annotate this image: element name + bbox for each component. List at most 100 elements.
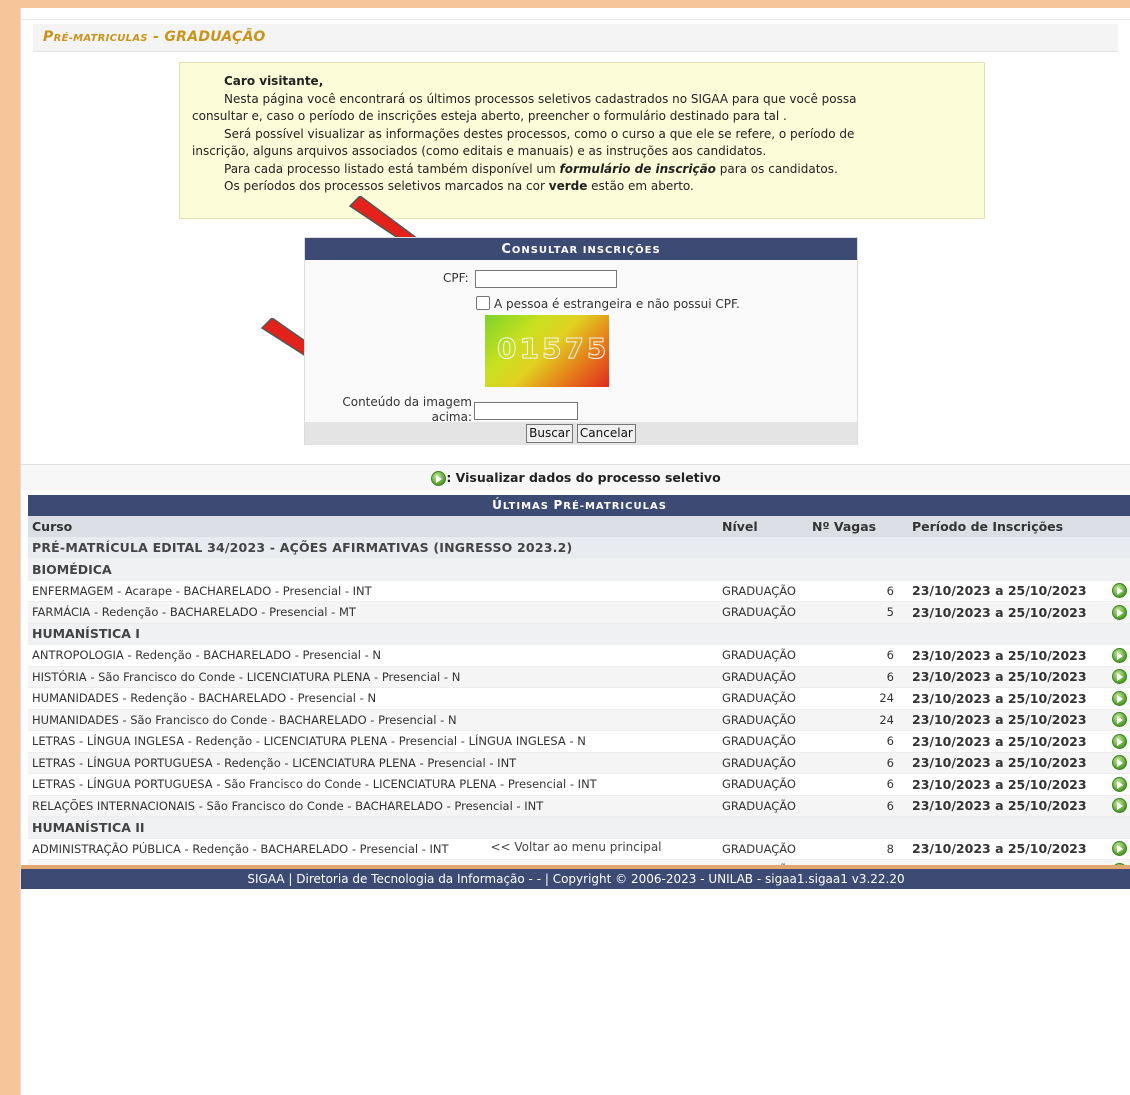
captcha-text: 015755	[497, 332, 609, 366]
list-cap-mid: LTIMAS	[502, 501, 554, 512]
list-cap-first2: P	[553, 498, 564, 512]
course-cell: LETRAS - LÍNGUA PORTUGUESA - Redenção - …	[28, 752, 718, 774]
legend: : Visualizar dados do processo seletivo	[21, 464, 1130, 490]
view-action-cell	[1108, 687, 1130, 710]
back-link[interactable]: << Voltar ao menu principal	[21, 840, 1130, 854]
captcha-input[interactable]	[474, 402, 578, 420]
view-action-cell	[1108, 752, 1130, 774]
notice-p2a: Será possível visualizar as informações …	[224, 126, 855, 141]
consult-cap-rest: ONSULTAR INSCRIÇÕES	[511, 245, 661, 256]
period-cell: 23/10/2023 a 25/10/2023	[898, 773, 1108, 796]
vacancies-cell: 6	[808, 580, 898, 602]
list-cap-first: Ú	[492, 498, 503, 512]
col-vagas: Nº Vagas	[808, 516, 898, 537]
go-arrow-icon[interactable]	[1112, 583, 1127, 599]
consult-caption: CONSULTAR INSCRIÇÕES	[305, 238, 857, 260]
table-row: HUMANIDADES - Redenção - BACHARELADO - P…	[28, 687, 1130, 710]
table-row: HUMANIDADES - São Francisco do Conde - B…	[28, 709, 1130, 731]
notice-greeting: Caro visitante,	[224, 74, 324, 88]
period-cell: 23/10/2023 a 25/10/2023	[898, 752, 1108, 774]
go-arrow-icon[interactable]	[1112, 604, 1127, 620]
level-cell: GRADUAÇÃO	[718, 580, 808, 602]
level-cell: GRADUAÇÃO	[718, 795, 808, 817]
image-content-label: Conteúdo da imagem acima:	[332, 395, 472, 425]
course-cell: ENFERMAGEM - Acarape - BACHARELADO - Pre…	[28, 580, 718, 602]
view-action-cell	[1108, 795, 1130, 817]
notice-p3-em: formulário de inscrição	[559, 161, 716, 176]
course-cell: FARMÁCIA - Redenção - BACHARELADO - Pres…	[28, 601, 718, 624]
vacancies-cell: 6	[808, 644, 898, 667]
cpf-label: CPF:	[443, 271, 469, 285]
captcha-image: 015755	[485, 315, 609, 387]
notice-box: Caro visitante, Nesta página você encont…	[179, 62, 985, 219]
cpf-input[interactable]	[475, 270, 617, 288]
cancel-button[interactable]: Cancelar	[576, 424, 636, 443]
page-title: PRÉ-MATRICULAS - GRADUAÇÃO	[33, 24, 1118, 52]
go-arrow-icon[interactable]	[1112, 712, 1127, 728]
level-cell: GRADUAÇÃO	[718, 773, 808, 796]
view-action-cell	[1108, 730, 1130, 753]
go-arrow-icon[interactable]	[1112, 669, 1127, 685]
course-cell: LETRAS - LÍNGUA PORTUGUESA - São Francis…	[28, 773, 718, 796]
level-cell: GRADUAÇÃO	[718, 644, 808, 667]
consult-form: CONSULTAR INSCRIÇÕES CPF: A pessoa é est…	[304, 237, 858, 445]
search-button[interactable]: Buscar	[526, 424, 574, 443]
col-action	[1108, 516, 1130, 537]
vacancies-cell: 6	[808, 752, 898, 774]
course-cell: ANTROPOLOGIA - Redenção - BACHARELADO - …	[28, 644, 718, 667]
course-cell: HUMANIDADES - Redenção - BACHARELADO - P…	[28, 687, 718, 710]
notice-p2b: inscrição, alguns arquivos associados (c…	[192, 144, 767, 158]
go-arrow-icon[interactable]	[1112, 755, 1127, 771]
vacancies-cell: 5	[808, 601, 898, 624]
course-cell: HISTÓRIA - São Francisco do Conde - LICE…	[28, 666, 718, 688]
table-row: ENFERMAGEM - Acarape - BACHARELADO - Pre…	[28, 580, 1130, 602]
table-row: LETRAS - LÍNGUA PORTUGUESA - São Francis…	[28, 773, 1130, 796]
view-action-cell	[1108, 644, 1130, 667]
course-cell: RELAÇÕES INTERNACIONAIS - São Francisco …	[28, 795, 718, 817]
vacancies-cell: 24	[808, 687, 898, 710]
foreign-checkbox[interactable]	[476, 296, 490, 310]
level-cell: GRADUAÇÃO	[718, 730, 808, 753]
go-arrow-icon[interactable]	[1112, 690, 1127, 706]
footer-bar: SIGAA | Diretoria de Tecnologia da Infor…	[21, 865, 1130, 889]
col-curso: Curso	[28, 516, 718, 537]
go-arrow-icon[interactable]	[1112, 798, 1127, 814]
period-cell: 23/10/2023 a 25/10/2023	[898, 687, 1108, 710]
course-cell: LETRAS - LÍNGUA INGLESA - Redenção - LIC…	[28, 730, 718, 753]
group-row: BIOMÉDICA	[28, 558, 1130, 581]
vacancies-cell: 6	[808, 773, 898, 796]
group-name: HUMANÍSTICA I	[28, 623, 1130, 645]
go-arrow-icon	[431, 471, 447, 486]
list-cap-rest: RÉ-MATRICULAS	[563, 501, 667, 512]
period-cell: 23/10/2023 a 25/10/2023	[898, 580, 1108, 602]
period-cell: 23/10/2023 a 25/10/2023	[898, 795, 1108, 817]
period-cell: 23/10/2023 a 25/10/2023	[898, 709, 1108, 731]
vacancies-cell: 24	[808, 709, 898, 731]
notice-p3-post: para os candidatos.	[715, 161, 838, 176]
notice-p4-pre: Os períodos dos processos seletivos marc…	[224, 179, 549, 193]
col-nivel: Nível	[718, 516, 808, 537]
browser-frame-left	[0, 0, 20, 1095]
page: PRÉ-MATRICULAS - GRADUAÇÃO Caro visitant…	[20, 8, 1130, 1095]
notice-p3-pre: Para cada processo listado está também d…	[224, 161, 560, 176]
table-row: RELAÇÕES INTERNACIONAIS - São Francisco …	[28, 795, 1130, 817]
notice-p4: Os períodos dos processos seletivos marc…	[192, 178, 972, 196]
level-cell: GRADUAÇÃO	[718, 709, 808, 731]
level-cell: GRADUAÇÃO	[718, 666, 808, 688]
edital-row: PRÉ-MATRÍCULA EDITAL 34/2023 - AÇÕES AFI…	[28, 537, 1130, 559]
go-arrow-icon[interactable]	[1112, 776, 1127, 792]
notice-p1a: Nesta página você encontrará os últimos …	[224, 91, 857, 106]
go-arrow-icon[interactable]	[1112, 733, 1127, 749]
go-arrow-icon[interactable]	[1112, 647, 1127, 663]
list-caption: ÚLTIMAS PRÉ-MATRICULAS	[28, 495, 1130, 516]
period-cell: 23/10/2023 a 25/10/2023	[898, 601, 1108, 624]
view-action-cell	[1108, 601, 1130, 624]
page-title-prefix: RÉ-MATRICULAS	[53, 33, 148, 44]
notice-p4-post: estão em aberto.	[587, 179, 694, 193]
view-action-cell	[1108, 666, 1130, 688]
notice-p4-bold: verde	[548, 179, 588, 193]
footer: SIGAA | Diretoria de Tecnologia da Infor…	[21, 865, 1130, 1095]
legend-text: : Visualizar dados do processo seletivo	[446, 470, 721, 485]
view-action-cell	[1108, 709, 1130, 731]
level-cell: GRADUAÇÃO	[718, 752, 808, 774]
